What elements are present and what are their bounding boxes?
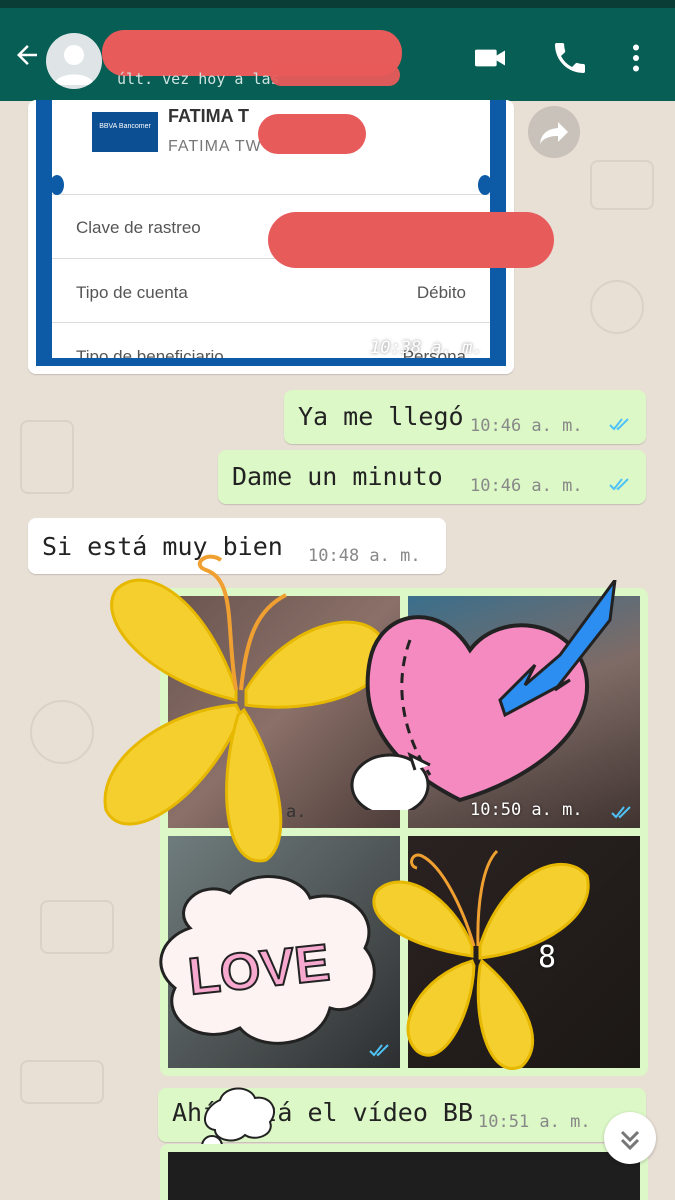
love-cloud-sticker: LOVE (159, 875, 376, 1045)
wallpaper-doodle (590, 280, 644, 334)
wallpaper-doodle (20, 420, 74, 494)
redaction-mark (270, 64, 400, 86)
more-vert-icon[interactable] (618, 38, 654, 78)
outgoing-message[interactable]: Dame un minuto 10:46 a. m. (218, 450, 646, 504)
card-notch (478, 175, 492, 195)
receipt-row-label: Clave de rastreo (76, 218, 201, 237)
avatar[interactable] (46, 33, 102, 89)
double-check-icon (609, 478, 629, 491)
message-text: Dame un minuto (232, 462, 443, 491)
message-time: 10:51 a. m. (478, 1112, 591, 1132)
card-bottom-border (36, 358, 506, 366)
receipt-row-value: Débito (416, 283, 466, 302)
message-text: Ya me llegó (298, 402, 464, 431)
wallpaper-doodle (20, 1060, 104, 1104)
wallpaper-doodle (40, 900, 114, 954)
forward-icon[interactable] (528, 106, 580, 158)
chat-header: últ. vez hoy a las (0, 8, 675, 101)
wallpaper-doodle (590, 160, 654, 210)
butterfly-sticker (372, 849, 590, 1070)
beneficiary-name: FATIMA T (168, 106, 249, 126)
back-arrow-icon[interactable] (12, 40, 42, 70)
phone-icon[interactable] (550, 38, 590, 78)
media-thumbnail[interactable] (168, 1152, 640, 1200)
bank-logo: BBVA Bancomer (92, 112, 158, 152)
media-message-bubble[interactable] (160, 1144, 648, 1200)
divider (52, 194, 490, 195)
card-notch (50, 175, 64, 195)
message-time: 10:46 a. m. (470, 416, 583, 436)
redaction-mark (268, 212, 554, 268)
wallpaper-doodle (30, 700, 94, 764)
message-time: 10:38 a. m. (370, 338, 483, 358)
redaction-mark (258, 114, 366, 154)
message-time: 10:46 a. m. (470, 476, 583, 496)
receipt-row-label: Tipo de cuenta (76, 283, 188, 302)
double-check-icon (609, 418, 629, 431)
divider (52, 322, 490, 323)
heart-sticker (350, 580, 617, 810)
chevron-double-down-icon[interactable] (604, 1112, 656, 1164)
outgoing-message[interactable]: Ya me llegó 10:46 a. m. (284, 390, 646, 444)
status-bar (0, 0, 675, 8)
video-call-icon[interactable] (470, 38, 510, 78)
